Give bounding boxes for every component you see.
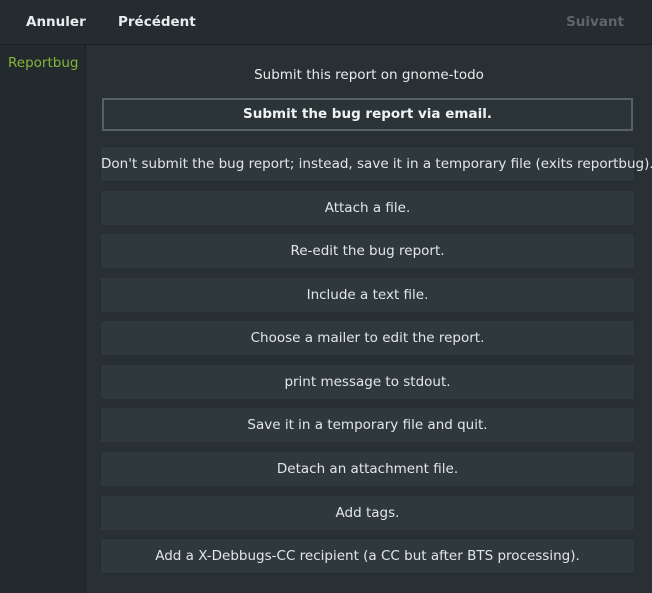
next-button[interactable]: Suivant bbox=[566, 0, 624, 45]
option-attach-file-button[interactable]: Attach a file. bbox=[100, 190, 635, 226]
option-add-cc-recipient-button[interactable]: Add a X-Debbugs-CC recipient (a CC but a… bbox=[100, 538, 635, 574]
option-choose-mailer-button[interactable]: Choose a mailer to edit the report. bbox=[100, 320, 635, 356]
sidebar-item-reportbug[interactable]: Reportbug bbox=[0, 55, 86, 71]
option-print-stdout-button[interactable]: print message to stdout. bbox=[100, 364, 635, 400]
header-bar: Annuler Précédent Suivant bbox=[0, 0, 652, 45]
previous-button[interactable]: Précédent bbox=[118, 0, 196, 45]
option-submit-email-button[interactable]: Submit the bug report via email. bbox=[102, 98, 633, 131]
option-detach-attachment-button[interactable]: Detach an attachment file. bbox=[100, 451, 635, 487]
page-title: Submit this report on gnome-todo bbox=[254, 67, 484, 83]
sidebar: Reportbug bbox=[0, 45, 86, 593]
option-save-quit-button[interactable]: Save it in a temporary file and quit. bbox=[100, 407, 635, 443]
option-reedit-report-button[interactable]: Re-edit the bug report. bbox=[100, 233, 635, 269]
option-save-temp-exit-button[interactable]: Don't submit the bug report; instead, sa… bbox=[100, 146, 652, 182]
option-add-tags-button[interactable]: Add tags. bbox=[100, 495, 635, 531]
cancel-button[interactable]: Annuler bbox=[26, 0, 86, 45]
option-include-text-file-button[interactable]: Include a text file. bbox=[100, 277, 635, 313]
